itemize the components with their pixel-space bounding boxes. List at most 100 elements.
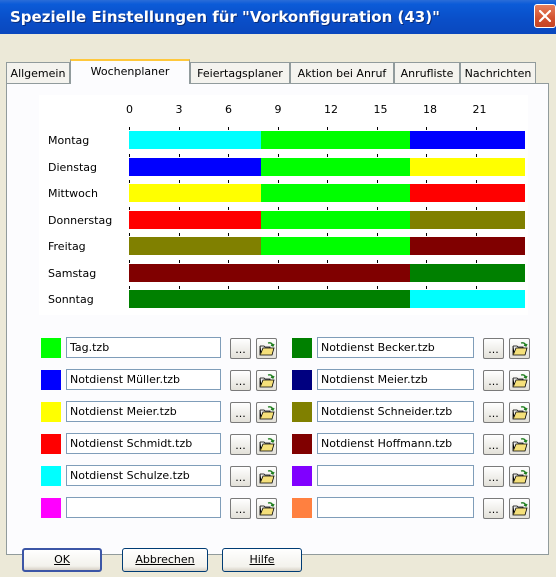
schedule-segment[interactable] — [261, 210, 410, 229]
open-folder-icon — [512, 374, 528, 388]
hour-tick — [426, 153, 427, 157]
file-input[interactable]: Notdienst Meier.tzb — [317, 369, 474, 390]
schedule-segment[interactable] — [129, 263, 410, 282]
hour-tick — [178, 127, 180, 130]
file-input[interactable]: Notdienst Schmidt.tzb — [66, 433, 221, 454]
hour-tick — [327, 180, 328, 183]
title-bar: Spezielle Einstellungen für "Vorkonfigur… — [0, 0, 556, 34]
help-button[interactable]: Hilfe — [222, 548, 302, 572]
browse-button[interactable]: ... — [230, 370, 251, 391]
color-swatch[interactable] — [41, 370, 61, 390]
schedule-segment[interactable] — [129, 290, 410, 308]
color-swatch[interactable] — [41, 402, 61, 422]
schedule-segment[interactable] — [129, 184, 261, 202]
hour-tick — [327, 153, 328, 157]
hour-label: 12 — [324, 103, 338, 116]
open-file-button[interactable] — [509, 338, 530, 359]
schedule-segment[interactable] — [409, 290, 525, 308]
hour-tick — [228, 153, 229, 157]
color-swatch[interactable] — [292, 402, 312, 422]
open-file-button[interactable] — [256, 370, 277, 391]
schedule-segment[interactable] — [409, 131, 525, 149]
hour-tick — [228, 233, 229, 236]
open-file-button[interactable] — [509, 498, 530, 519]
open-file-button[interactable] — [509, 434, 530, 455]
schedule-segment[interactable] — [409, 210, 525, 229]
schedule-segment[interactable] — [409, 157, 525, 176]
file-input[interactable]: Notdienst Müller.tzb — [66, 369, 221, 390]
ok-button[interactable]: OK — [22, 548, 102, 572]
color-swatch[interactable] — [292, 338, 312, 358]
open-folder-icon — [259, 342, 275, 356]
schedule-segment[interactable] — [261, 184, 410, 202]
browse-button[interactable]: ... — [483, 434, 504, 455]
color-swatch[interactable] — [292, 434, 312, 454]
hour-tick — [475, 286, 477, 289]
cancel-button[interactable]: Abbrechen — [122, 548, 208, 572]
color-swatch[interactable] — [41, 338, 61, 358]
schedule-segment[interactable] — [261, 157, 410, 176]
file-input[interactable]: Tag.tzb — [66, 337, 221, 358]
file-input[interactable] — [317, 465, 474, 486]
browse-button[interactable]: ... — [230, 402, 251, 423]
color-swatch[interactable] — [292, 498, 312, 518]
hour-tick — [376, 286, 378, 289]
tab-anrufliste[interactable]: Anrufliste — [394, 62, 460, 83]
color-swatch[interactable] — [41, 434, 61, 454]
browse-button[interactable]: ... — [230, 498, 251, 519]
day-label: Freitag — [48, 240, 86, 253]
tab-aktion-bei-anruf[interactable]: Aktion bei Anruf — [290, 62, 394, 83]
hour-tick — [327, 259, 328, 263]
open-file-button[interactable] — [509, 370, 530, 391]
schedule-segment[interactable] — [261, 237, 410, 255]
schedule-segment[interactable] — [129, 131, 261, 149]
schedule-segment[interactable] — [129, 157, 261, 176]
hour-tick — [327, 127, 328, 130]
tab-feiertagsplaner[interactable]: Feiertagsplaner — [190, 62, 290, 83]
day-label: Dienstag — [48, 160, 98, 174]
tab-nachrichten[interactable]: Nachrichten — [460, 62, 536, 83]
schedule-segment[interactable] — [409, 184, 525, 202]
open-file-button[interactable] — [256, 466, 277, 487]
schedule-segment[interactable] — [129, 210, 261, 229]
schedule-segment[interactable] — [409, 263, 525, 282]
browse-button[interactable]: ... — [483, 498, 504, 519]
hour-tick — [178, 233, 180, 236]
schedule-segment[interactable] — [409, 237, 525, 255]
file-input[interactable]: Notdienst Schneider.tzb — [317, 401, 474, 422]
browse-button[interactable]: ... — [483, 466, 504, 487]
schedule-segment[interactable] — [129, 237, 261, 255]
tab-wochenplaner[interactable]: Wochenplaner — [70, 59, 190, 84]
color-swatch[interactable] — [41, 498, 61, 518]
day-label: Sonntag — [48, 293, 94, 306]
open-file-button[interactable] — [256, 338, 277, 359]
open-file-button[interactable] — [509, 402, 530, 423]
open-file-button[interactable] — [509, 466, 530, 487]
file-input[interactable] — [66, 497, 221, 518]
browse-button[interactable]: ... — [483, 338, 504, 359]
hour-tick — [277, 206, 279, 210]
browse-button[interactable]: ... — [483, 370, 504, 391]
file-input[interactable]: Notdienst Schulze.tzb — [66, 465, 221, 486]
browse-button[interactable]: ... — [483, 402, 504, 423]
color-swatch[interactable] — [292, 370, 312, 390]
file-input[interactable] — [317, 497, 474, 518]
help-button-label: Hilfe — [249, 553, 275, 566]
open-file-button[interactable] — [256, 434, 277, 455]
color-swatch[interactable] — [41, 466, 61, 486]
schedule-segment[interactable] — [261, 131, 410, 149]
tab-allgemein[interactable]: Allgemein — [6, 62, 70, 83]
open-file-button[interactable] — [256, 498, 277, 519]
hour-tick — [376, 153, 378, 157]
hour-tick — [129, 153, 130, 157]
close-button[interactable] — [534, 4, 556, 28]
file-input[interactable]: Notdienst Hoffmann.tzb — [317, 433, 474, 454]
week-schedule[interactable]: 0 3 6 9 12 15 18 21 Montag Dienstag Mittwoch Donner… — [39, 95, 528, 315]
browse-button[interactable]: ... — [230, 434, 251, 455]
browse-button[interactable]: ... — [230, 338, 251, 359]
color-swatch[interactable] — [292, 466, 312, 486]
file-input[interactable]: Notdienst Becker.tzb — [317, 337, 474, 358]
open-file-button[interactable] — [256, 402, 277, 423]
browse-button[interactable]: ... — [230, 466, 251, 487]
file-input[interactable]: Notdienst Meier.tzb — [66, 401, 221, 422]
